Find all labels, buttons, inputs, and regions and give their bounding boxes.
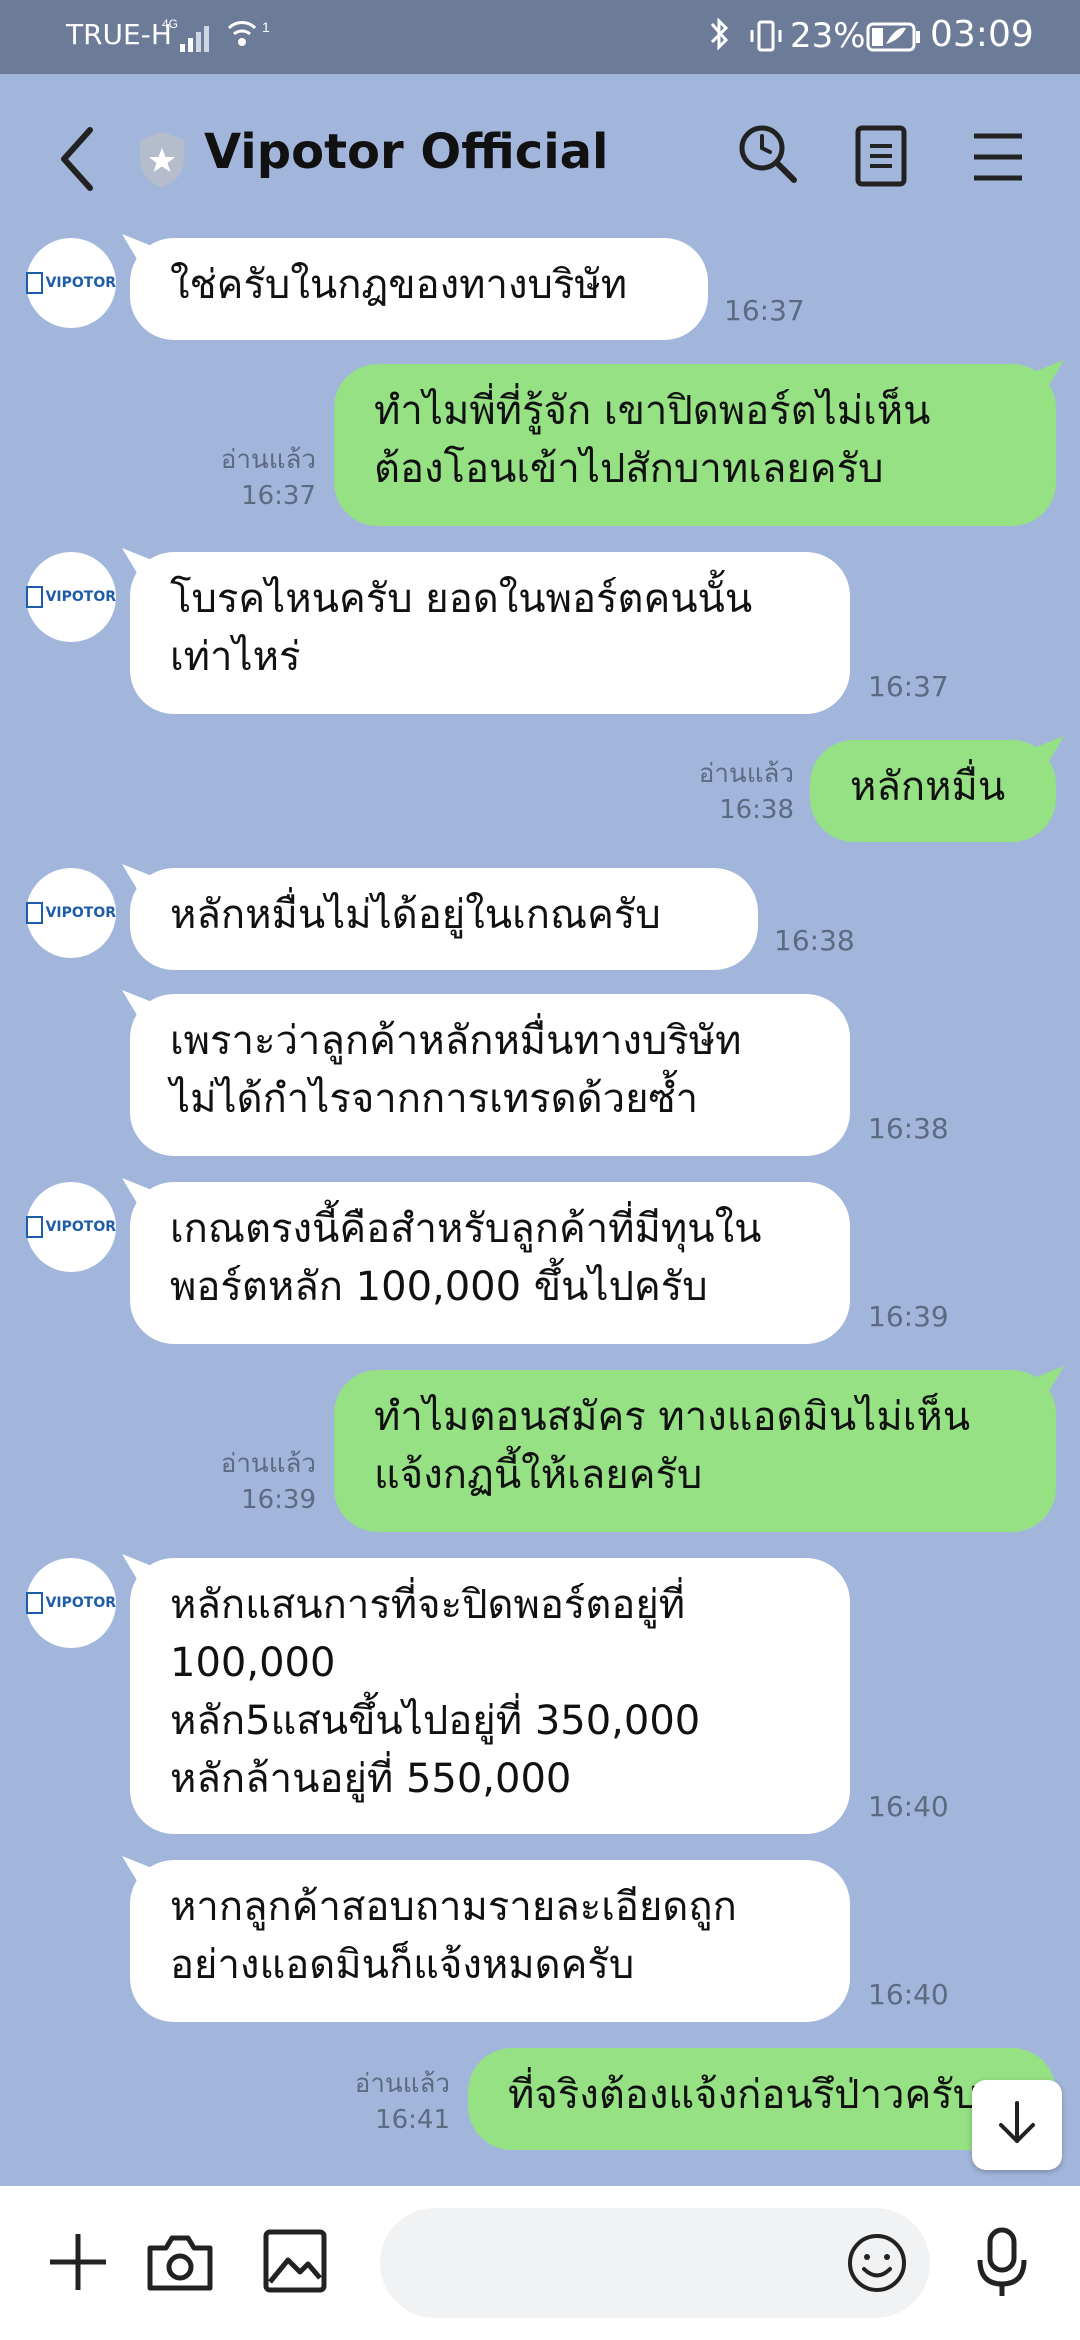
avatar[interactable]: VIPOTOR xyxy=(26,868,116,958)
chat-title: Vipotor Official xyxy=(204,124,609,180)
message-time: 16:37 xyxy=(724,294,805,327)
search-icon[interactable] xyxy=(736,122,800,190)
avatar[interactable]: VIPOTOR xyxy=(26,238,116,328)
message-time: 16:38 xyxy=(774,924,855,957)
message-time: 16:41 xyxy=(375,2105,450,2135)
message-bubble[interactable]: โบรคไหนครับ ยอดในพอร์ตคนนั้น เท่าไหร่ xyxy=(130,552,850,714)
arrow-down-icon xyxy=(995,2099,1039,2151)
plus-icon[interactable] xyxy=(46,2230,110,2298)
chat-header: Vipotor Official xyxy=(0,74,1080,244)
message-text: หากลูกค้าสอบถามรายละเอียดถูก อย่างแอดมิน… xyxy=(170,1884,737,1988)
message-bubble[interactable]: เพราะว่าลูกค้าหลักหมื่นทางบริษัท ไม่ได้ก… xyxy=(130,994,850,1156)
bluetooth-icon xyxy=(706,14,734,63)
message-text: ที่จริงต้องแจ้งก่อนรึป่าวครับ xyxy=(508,2072,979,2118)
message-time: 16:38 xyxy=(719,795,794,825)
camera-icon[interactable] xyxy=(146,2230,214,2298)
message-bubble[interactable]: ทำไมพี่ที่รู้จัก เขาปิดพอร์ตไม่เห็น ต้อง… xyxy=(334,364,1056,526)
avatar[interactable]: VIPOTOR xyxy=(26,1558,116,1648)
vibrate-icon xyxy=(748,16,784,60)
message-time: 16:38 xyxy=(868,1112,949,1145)
read-receipt: อ่านแล้ว 16:41 xyxy=(324,2066,450,2138)
message-bubble[interactable]: เกณตรงนี้คือสำหรับลูกค้าที่มีทุนใน พอร์ต… xyxy=(130,1182,850,1344)
message-text: ทำไมพี่ที่รู้จัก เขาปิดพอร์ตไม่เห็น ต้อง… xyxy=(374,388,931,492)
avatar-label: VIPOTOR xyxy=(45,1219,116,1235)
avatar-label: VIPOTOR xyxy=(45,589,116,605)
avatar-label: VIPOTOR xyxy=(45,275,116,291)
message-bubble[interactable]: ทำไมตอนสมัคร ทางแอดมินไม่เห็น แจ้งกฏนี้ใ… xyxy=(334,1370,1056,1532)
message-text: เกณตรงนี้คือสำหรับลูกค้าที่มีทุนใน พอร์ต… xyxy=(170,1206,762,1310)
scroll-to-bottom-button[interactable] xyxy=(972,2080,1062,2170)
notes-icon[interactable] xyxy=(854,124,910,192)
read-receipt: อ่านแล้ว 16:37 xyxy=(190,442,316,514)
message-time: 16:37 xyxy=(868,670,949,703)
battery-percent: 23% xyxy=(790,16,866,56)
shield-icon xyxy=(136,130,188,194)
back-icon[interactable] xyxy=(52,124,102,194)
message-input-bar xyxy=(0,2186,1080,2340)
message-text: ทำไมตอนสมัคร ทางแอดมินไม่เห็น แจ้งกฏนี้ใ… xyxy=(374,1394,971,1498)
emoji-icon[interactable] xyxy=(846,2232,908,2298)
message-bubble[interactable]: ใช่ครับในกฎของทางบริษัท xyxy=(130,238,708,340)
hotspot-icon: 1 xyxy=(226,16,274,60)
avatar[interactable]: VIPOTOR xyxy=(26,552,116,642)
message-time: 16:37 xyxy=(241,481,316,511)
signal-icon: 4G xyxy=(162,17,214,58)
message-bubble[interactable]: ที่จริงต้องแจ้งก่อนรึป่าวครับ xyxy=(468,2048,1056,2150)
message-bubble[interactable]: หลักหมื่นไม่ได้อยู่ในเกณครับ xyxy=(130,868,758,970)
status-bar: TRUE-H 4G 1 23% 03:09 xyxy=(0,0,1080,74)
message-bubble[interactable]: หลักแสนการที่จะปิดพอร์ตอยู่ที่ 100,000 ห… xyxy=(130,1558,850,1834)
message-text: โบรคไหนครับ ยอดในพอร์ตคนนั้น เท่าไหร่ xyxy=(170,576,753,680)
avatar[interactable]: VIPOTOR xyxy=(26,1182,116,1272)
clock: 03:09 xyxy=(930,14,1034,55)
avatar-label: VIPOTOR xyxy=(45,905,116,921)
read-receipt: อ่านแล้ว 16:38 xyxy=(668,756,794,828)
message-time: 16:40 xyxy=(868,1978,949,2011)
message-text: หลักหมื่น xyxy=(850,764,1006,810)
menu-icon[interactable] xyxy=(970,130,1026,188)
mic-icon[interactable] xyxy=(974,2226,1030,2304)
carrier-name: TRUE-H xyxy=(66,18,172,51)
message-bubble[interactable]: หลักหมื่น xyxy=(810,740,1056,842)
message-text: ใช่ครับในกฎของทางบริษัท xyxy=(170,262,628,308)
message-time: 16:39 xyxy=(241,1485,316,1515)
message-time: 16:40 xyxy=(868,1790,949,1823)
read-receipt: อ่านแล้ว 16:39 xyxy=(190,1446,316,1518)
avatar-label: VIPOTOR xyxy=(45,1595,116,1611)
message-time: 16:39 xyxy=(868,1300,949,1333)
network-type: 4G xyxy=(162,18,178,31)
message-text: เพราะว่าลูกค้าหลักหมื่นทางบริษัท ไม่ได้ก… xyxy=(170,1018,742,1122)
message-text: หลักแสนการที่จะปิดพอร์ตอยู่ที่ 100,000 ห… xyxy=(170,1582,701,1802)
hotspot-count: 1 xyxy=(262,19,270,35)
message-bubble[interactable]: หากลูกค้าสอบถามรายละเอียดถูก อย่างแอดมิน… xyxy=(130,1860,850,2022)
message-text: หลักหมื่นไม่ได้อยู่ในเกณครับ xyxy=(170,892,661,938)
image-icon[interactable] xyxy=(262,2228,328,2298)
battery-icon xyxy=(866,20,922,58)
